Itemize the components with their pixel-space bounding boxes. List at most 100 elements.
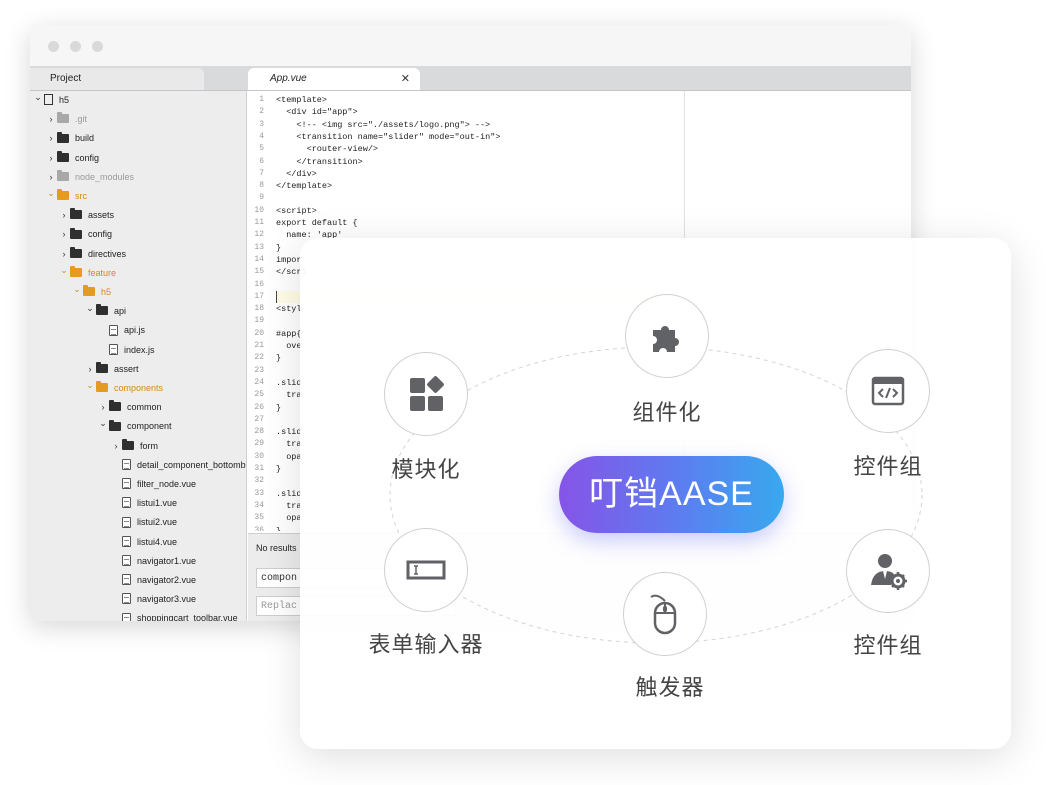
folder-icon <box>83 285 95 297</box>
tree-item[interactable]: › assets <box>58 206 114 225</box>
tree-item-label: node_modules <box>75 171 135 182</box>
chevron-down-icon[interactable]: ⌄ <box>84 376 96 395</box>
chevron-right-icon[interactable]: › <box>45 110 57 129</box>
code-line: } <box>276 353 282 364</box>
line-number: 26 <box>254 402 264 412</box>
line-number: 7 <box>259 168 264 178</box>
code-line: } <box>276 402 282 413</box>
code-line: <div id="app"> <box>276 107 358 118</box>
chevron-down-icon[interactable]: ⌄ <box>32 91 44 107</box>
tree-item-label: common <box>127 402 162 413</box>
code-line: </div> <box>276 168 317 179</box>
line-number: 5 <box>259 144 264 154</box>
tab-app-vue[interactable]: App.vue ✕ <box>248 68 420 90</box>
window-minimize-dot[interactable] <box>70 41 81 52</box>
tree-item[interactable]: navigator2.vue <box>110 571 196 590</box>
tree-item[interactable]: detail_component_bottomb <box>110 456 246 475</box>
tree-item[interactable]: › form <box>110 437 158 456</box>
chevron-right-icon[interactable]: › <box>45 129 57 148</box>
line-number: 23 <box>254 365 264 375</box>
tree-item-label: detail_component_bottomb <box>137 459 246 470</box>
tree-item[interactable]: ⌄ src <box>45 187 87 206</box>
line-number: 36 <box>254 525 264 532</box>
chevron-down-icon[interactable]: ⌄ <box>97 414 109 433</box>
tree-item[interactable]: navigator1.vue <box>110 552 196 571</box>
tree-item-label: config <box>88 229 113 240</box>
tree-item[interactable]: index.js <box>97 341 155 360</box>
node-controls-b[interactable] <box>846 529 930 613</box>
tree-item[interactable]: › build <box>45 129 94 148</box>
tree-item[interactable]: › .git <box>45 110 87 129</box>
label-components: 组件化 <box>632 400 702 425</box>
code-line: </transition> <box>276 156 363 167</box>
line-number: 29 <box>254 439 264 449</box>
chevron-down-icon[interactable]: ⌄ <box>45 184 57 203</box>
folder-icon <box>57 112 69 124</box>
chevron-right-icon[interactable]: › <box>110 437 122 456</box>
tree-item[interactable]: shoppingcart_toolbar.vue <box>110 609 238 621</box>
line-number: 21 <box>254 341 264 350</box>
tree-item[interactable]: › node_modules <box>45 168 134 187</box>
label-controls-a: 控件组 <box>853 454 923 479</box>
chevron-right-icon[interactable]: › <box>58 225 70 244</box>
line-number: 6 <box>259 156 264 166</box>
tree-item-label: directives <box>88 248 127 259</box>
file-icon <box>122 554 131 566</box>
tree-item-label: config <box>75 152 100 163</box>
folder-icon <box>109 419 121 431</box>
code-line: <transition name="slider" mode="out-in"> <box>276 131 501 142</box>
line-number: 10 <box>254 205 264 215</box>
tree-item[interactable]: ⌄ components <box>84 379 163 398</box>
tab-file-label: App.vue <box>270 73 307 84</box>
tree-item[interactable]: api.js <box>97 321 145 340</box>
window-zoom-dot[interactable] <box>92 41 103 52</box>
center-brand-button[interactable]: 叮铛AASE <box>559 456 784 533</box>
code-line: .slid <box>276 427 302 438</box>
project-tree: ⌄ h5 › .git › build › config › node_modules ⌄ src › a… <box>30 91 247 621</box>
folder-icon <box>57 150 69 162</box>
file-icon <box>122 574 131 586</box>
close-icon[interactable]: ✕ <box>401 68 410 90</box>
tree-item[interactable]: navigator3.vue <box>110 590 196 609</box>
node-components[interactable] <box>625 294 709 378</box>
chevron-down-icon[interactable]: ⌄ <box>71 280 83 299</box>
tree-item[interactable]: ⌄ feature <box>58 264 116 283</box>
tree-item[interactable]: listui1.vue <box>110 494 177 513</box>
tree-item[interactable]: › config <box>45 149 99 168</box>
code-line: </template> <box>276 181 333 192</box>
chevron-down-icon[interactable]: ⌄ <box>84 299 96 318</box>
node-form-input[interactable] <box>384 528 468 612</box>
label-controls-b: 控件组 <box>853 633 923 658</box>
line-number: 9 <box>259 193 264 203</box>
tree-item[interactable]: › config <box>58 225 112 244</box>
tree-item-label: src <box>75 191 87 201</box>
node-controls-a[interactable] <box>846 349 930 433</box>
line-number: 32 <box>254 476 264 486</box>
tree-item[interactable]: ⌄ component <box>97 414 171 436</box>
window-close-dot[interactable] <box>48 41 59 52</box>
tree-item[interactable]: listui2.vue <box>110 513 177 532</box>
line-number: 11 <box>254 218 264 227</box>
chevron-down-icon[interactable]: ⌄ <box>58 261 70 280</box>
tree-item[interactable]: listui4.vue <box>110 533 177 552</box>
folder-icon <box>96 361 108 373</box>
tree-item-label: assert <box>114 363 139 374</box>
label-modules: 模块化 <box>391 457 461 482</box>
node-modules[interactable] <box>384 352 468 436</box>
file-icon <box>122 612 131 621</box>
chevron-right-icon[interactable]: › <box>45 149 57 168</box>
file-icon <box>122 458 131 470</box>
tree-item[interactable]: filter_node.vue <box>110 475 196 494</box>
title-bar <box>30 25 911 66</box>
code-line: <template> <box>276 95 328 105</box>
chevron-right-icon[interactable]: › <box>58 206 70 225</box>
tree-item[interactable]: ⌄ h5 <box>32 91 69 110</box>
file-icon <box>122 535 131 547</box>
line-number: 15 <box>254 267 264 277</box>
tree-item-label: h5 <box>59 95 70 105</box>
tree-item[interactable]: ⌄ api <box>84 302 126 321</box>
label-trigger: 触发器 <box>635 675 705 700</box>
tab-project[interactable]: Project <box>30 68 204 90</box>
tree-item-label: listui1.vue <box>137 498 178 509</box>
node-trigger[interactable] <box>623 572 707 656</box>
